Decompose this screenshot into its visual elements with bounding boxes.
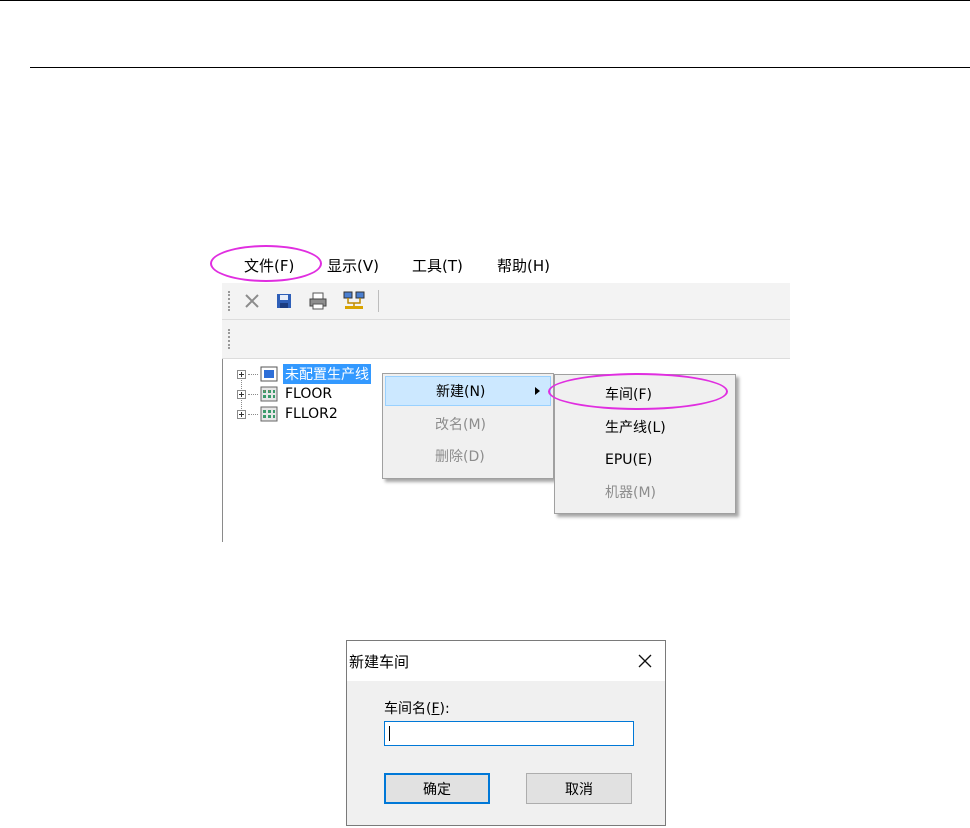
menu-help[interactable]: 帮助(H): [497, 255, 550, 276]
tree-node-label[interactable]: FLLOR2: [283, 406, 340, 422]
menu-tools[interactable]: 工具(T): [412, 255, 463, 276]
workshop-icon: [260, 406, 278, 422]
menu-item-rename[interactable]: 改名(M): [385, 409, 551, 439]
workshop-icon: [260, 386, 278, 402]
tree-node-label[interactable]: 未配置生产线: [283, 364, 371, 384]
close-icon[interactable]: [240, 289, 264, 313]
unconfigured-line-icon: [260, 366, 278, 382]
toolstrip-grip[interactable]: [228, 329, 232, 349]
secondary-toolstrip: [222, 320, 790, 359]
network-icon[interactable]: [342, 289, 366, 313]
new-workshop-dialog: 新建车间 车间名(F): 确定 取消: [346, 640, 666, 826]
submenu-item-production-line[interactable]: 生产线(L): [557, 412, 733, 442]
context-menu: 新建(N) 改名(M) 删除(D): [382, 373, 554, 479]
expand-icon[interactable]: [237, 389, 246, 399]
main-window-screenshot: 文件(F) 显示(V) 工具(T) 帮助(H) 未配置生产线 FLOOR FLL…: [210, 243, 791, 542]
top-rule: [0, 0, 970, 1]
submenu-item-machine[interactable]: 机器(M): [557, 477, 733, 507]
print-icon[interactable]: [306, 289, 330, 313]
submenu-item-epu[interactable]: EPU(E): [557, 445, 733, 475]
toolbar-separator: [378, 290, 379, 312]
submenu-arrow-icon: [535, 387, 540, 395]
close-icon[interactable]: [637, 653, 653, 669]
tree-node-label[interactable]: FLOOR: [283, 386, 334, 402]
dialog-titlebar: 新建车间: [347, 641, 665, 681]
dialog-title: 新建车间: [349, 653, 410, 671]
workshop-name-input[interactable]: [384, 721, 634, 746]
menu-view[interactable]: 显示(V): [327, 255, 379, 276]
toolbar-grip[interactable]: [228, 291, 232, 311]
tree-node[interactable]: FLOOR: [237, 384, 334, 404]
workshop-name-label: 车间名(F):: [384, 701, 450, 717]
menu-bar: 文件(F) 显示(V) 工具(T) 帮助(H): [222, 243, 790, 283]
menu-item-delete[interactable]: 删除(D): [385, 441, 551, 471]
submenu-item-workshop[interactable]: 车间(F): [557, 379, 733, 409]
submenu-new: 车间(F) 生产线(L) EPU(E) 机器(M): [554, 374, 736, 514]
tree-node[interactable]: FLLOR2: [237, 404, 340, 424]
tree-node[interactable]: 未配置生产线: [237, 364, 371, 384]
ok-button[interactable]: 确定: [384, 773, 490, 804]
cancel-button[interactable]: 取消: [526, 773, 632, 804]
expand-icon[interactable]: [237, 369, 246, 379]
text-caret: [389, 726, 390, 741]
menu-file[interactable]: 文件(F): [244, 255, 294, 276]
header-rule: [30, 67, 970, 68]
toolbar: [222, 283, 790, 320]
save-icon[interactable]: [272, 289, 296, 313]
menu-item-new[interactable]: 新建(N): [385, 376, 551, 406]
expand-icon[interactable]: [237, 409, 246, 419]
